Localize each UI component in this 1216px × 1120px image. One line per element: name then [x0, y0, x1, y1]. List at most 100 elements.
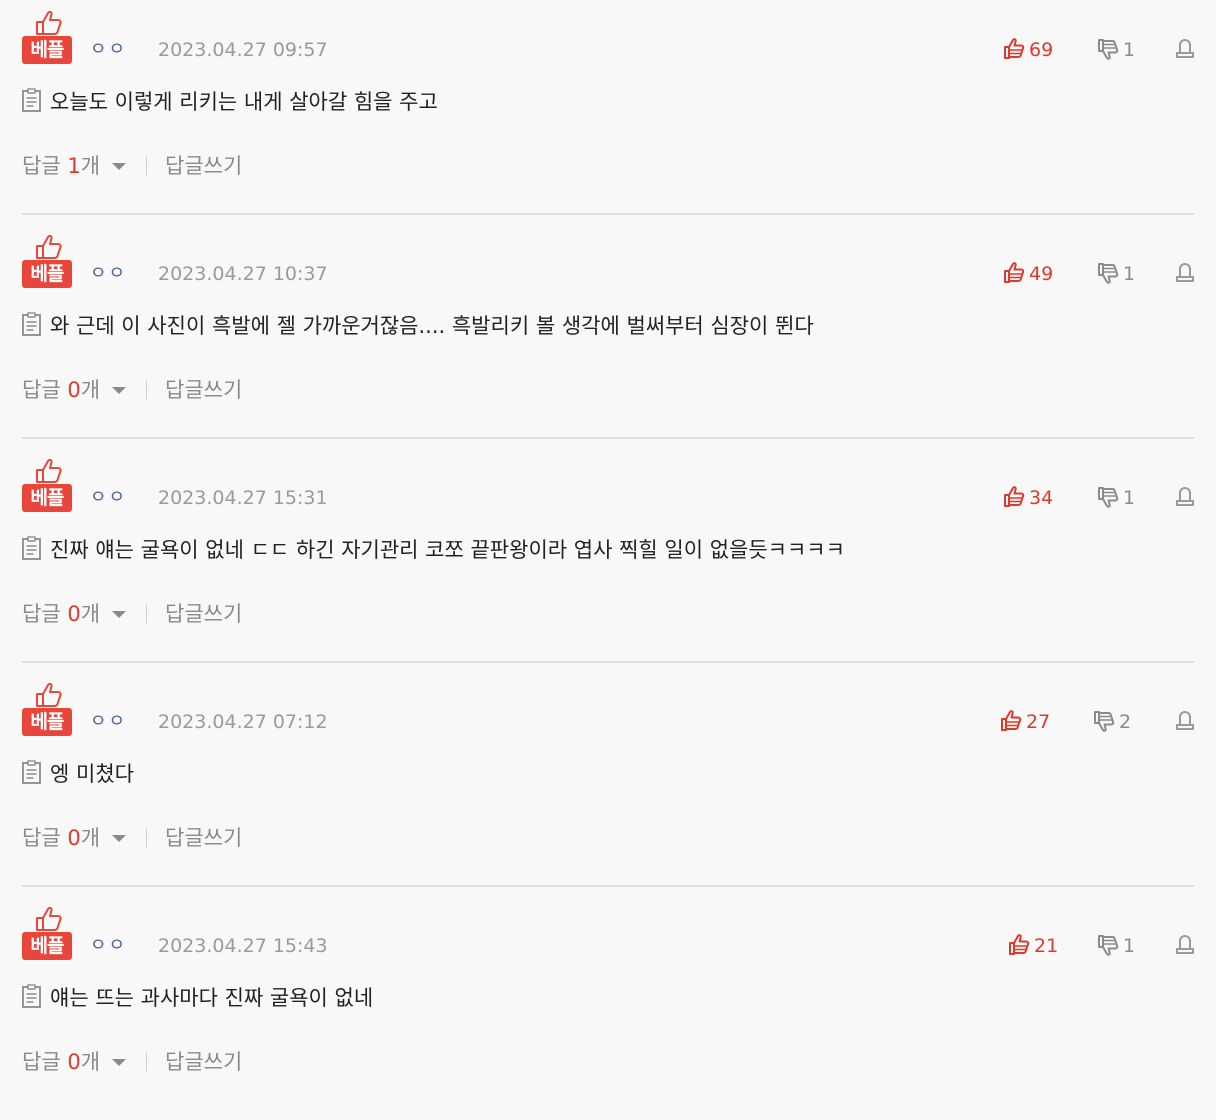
- comment-body: 와 근데 이 사진이 흑발에 젤 가까운거잖음.... 흑발리키 볼 생각에 벌…: [22, 311, 814, 341]
- thumbs-up-icon: [36, 458, 62, 483]
- comment-divider: [22, 213, 1194, 215]
- like-count: 34: [1029, 487, 1054, 509]
- like-button[interactable]: 21: [1008, 933, 1058, 959]
- reply-toggle[interactable]: 답글 0개: [22, 1050, 127, 1074]
- comment-date: 2023.04.27 07:12: [158, 711, 328, 733]
- comment-actions: 답글 0개 답글쓰기: [22, 598, 242, 630]
- comment-text: 얘는 뜨는 과사마다 진짜 굴욕이 없네: [50, 986, 374, 1010]
- reply-unit: 개: [80, 154, 101, 178]
- best-badge: 베플: [22, 682, 72, 738]
- reply-count: 1: [67, 154, 81, 178]
- reply-label: 답글: [22, 826, 61, 850]
- caret-down-icon[interactable]: [112, 835, 127, 842]
- memo-icon: [22, 984, 41, 1008]
- dislike-button[interactable]: 1: [1097, 261, 1135, 287]
- thumbs-up-icon: [1004, 38, 1025, 59]
- reply-unit: 개: [80, 1050, 101, 1074]
- comment-date: 2023.04.27 15:31: [158, 487, 328, 509]
- comment-body: 엥 미쳤다: [22, 759, 134, 789]
- thumbs-up-icon: [1004, 486, 1025, 507]
- comment-divider: [22, 661, 1194, 663]
- reply-count: 0: [67, 378, 81, 402]
- comment-divider: [22, 437, 1194, 439]
- best-badge: 베플: [22, 234, 72, 290]
- write-reply-button[interactable]: 답글쓰기: [165, 826, 242, 850]
- best-badge-label: 베플: [22, 708, 72, 736]
- report-button[interactable]: [1175, 37, 1197, 63]
- write-reply-button[interactable]: 답글쓰기: [165, 602, 242, 626]
- comment-item: 베플 ㅇㅇ 2023.04.27 15:43 21 1 얘는 뜨는 과사마다 진…: [0, 896, 1216, 1120]
- thumbs-up-icon: [1001, 710, 1022, 731]
- like-button[interactable]: 27: [1000, 709, 1050, 735]
- comment-item: 베플 ㅇㅇ 2023.04.27 10:37 49 1 와 근데 이 사진이 흑…: [0, 224, 1216, 448]
- reply-label: 답글: [22, 154, 61, 178]
- like-button[interactable]: 49: [1003, 261, 1053, 287]
- dislike-button[interactable]: 2: [1093, 709, 1131, 735]
- report-icon: [1176, 263, 1194, 282]
- comment-text: 진짜 얘는 굴욕이 없네 ㄷㄷ 하긴 자기관리 코쪼 끝판왕이라 엽사 찍힐 일…: [50, 538, 845, 562]
- report-button[interactable]: [1175, 709, 1197, 735]
- report-icon: [1176, 935, 1194, 954]
- reply-label: 답글: [22, 602, 61, 626]
- thumbs-up-icon: [36, 906, 62, 931]
- best-badge-label: 베플: [22, 484, 72, 512]
- comment-item: 베플 ㅇㅇ 2023.04.27 09:57 69 1 오늘도 이렇게 리키는 …: [0, 0, 1216, 224]
- reply-count: 0: [67, 826, 81, 850]
- thumbs-down-icon: [1094, 711, 1115, 732]
- reply-label: 답글: [22, 1050, 61, 1074]
- reply-toggle[interactable]: 답글 0개: [22, 826, 127, 850]
- thumbs-up-icon: [36, 682, 62, 707]
- reply-count: 0: [67, 1050, 81, 1074]
- thumbs-down-icon: [1098, 39, 1119, 60]
- reply-toggle[interactable]: 답글 0개: [22, 602, 127, 626]
- caret-down-icon[interactable]: [112, 611, 127, 618]
- dislike-count: 1: [1123, 39, 1136, 61]
- report-button[interactable]: [1175, 261, 1197, 287]
- report-icon: [1176, 711, 1194, 730]
- action-separator: [146, 1053, 148, 1071]
- dislike-button[interactable]: 1: [1097, 933, 1135, 959]
- comment-nickname[interactable]: ㅇㅇ: [90, 37, 127, 63]
- thumbs-up-icon: [36, 10, 62, 35]
- action-separator: [146, 829, 148, 847]
- write-reply-button[interactable]: 답글쓰기: [165, 378, 242, 402]
- action-separator: [146, 381, 148, 399]
- write-reply-button[interactable]: 답글쓰기: [165, 1050, 242, 1074]
- dislike-button[interactable]: 1: [1097, 485, 1135, 511]
- thumbs-up-icon: [1009, 934, 1030, 955]
- thumbs-down-icon: [1098, 487, 1119, 508]
- report-button[interactable]: [1175, 485, 1197, 511]
- reply-toggle[interactable]: 답글 1개: [22, 154, 127, 178]
- best-badge-label: 베플: [22, 36, 72, 64]
- comment-date: 2023.04.27 09:57: [158, 39, 328, 61]
- comment-divider: [22, 885, 1194, 887]
- like-count: 49: [1029, 263, 1054, 285]
- comment-nickname[interactable]: ㅇㅇ: [90, 933, 127, 959]
- action-separator: [146, 605, 148, 623]
- comment-item: 베플 ㅇㅇ 2023.04.27 15:31 34 1 진짜 얘는 굴욕이 없네…: [0, 448, 1216, 672]
- thumbs-up-icon: [1004, 262, 1025, 283]
- memo-icon: [22, 760, 41, 784]
- dislike-button[interactable]: 1: [1097, 37, 1135, 63]
- action-separator: [146, 157, 148, 175]
- caret-down-icon[interactable]: [112, 163, 127, 170]
- report-icon: [1176, 487, 1194, 506]
- write-reply-button[interactable]: 답글쓰기: [165, 154, 242, 178]
- report-button[interactable]: [1175, 933, 1197, 959]
- best-badge: 베플: [22, 906, 72, 962]
- best-comments-list: 베플 ㅇㅇ 2023.04.27 09:57 69 1 오늘도 이렇게 리키는 …: [0, 0, 1216, 1092]
- reply-label: 답글: [22, 378, 61, 402]
- comment-nickname[interactable]: ㅇㅇ: [90, 261, 127, 287]
- reply-toggle[interactable]: 답글 0개: [22, 378, 127, 402]
- comment-nickname[interactable]: ㅇㅇ: [90, 485, 127, 511]
- comment-date: 2023.04.27 10:37: [158, 263, 328, 285]
- reply-unit: 개: [80, 826, 101, 850]
- comment-nickname[interactable]: ㅇㅇ: [90, 709, 127, 735]
- like-button[interactable]: 69: [1003, 37, 1053, 63]
- caret-down-icon[interactable]: [112, 1059, 127, 1066]
- like-button[interactable]: 34: [1003, 485, 1053, 511]
- memo-icon: [22, 536, 41, 560]
- dislike-count: 1: [1123, 935, 1136, 957]
- best-badge-label: 베플: [22, 932, 72, 960]
- caret-down-icon[interactable]: [112, 387, 127, 394]
